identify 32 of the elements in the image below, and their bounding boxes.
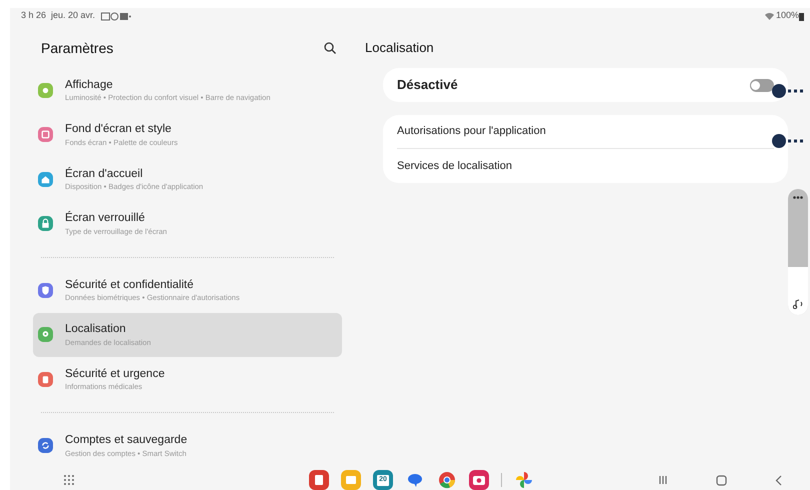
more-icon[interactable]: [793, 196, 803, 199]
notification-icons: [101, 12, 132, 20]
item-title: Écran verrouillé: [65, 211, 146, 226]
volume-slider[interactable]: [788, 189, 808, 315]
master-switch-label: Désactivé: [397, 76, 459, 94]
battery-level: 100%: [776, 9, 799, 22]
item-title: Affichage: [65, 78, 114, 92]
photos-app-icon[interactable]: [514, 470, 534, 490]
status-time: 3 h 26: [21, 9, 46, 22]
item-title: Localisation: [65, 322, 127, 337]
item-title: Sécurité et confidentialité: [65, 278, 194, 292]
item-title: Écran d'accueil: [65, 166, 144, 182]
browser-app-icon[interactable]: [437, 470, 457, 490]
option-item[interactable]: Services de localisation: [397, 149, 774, 183]
back-icon[interactable]: [775, 474, 782, 486]
camera-app-icon[interactable]: [469, 470, 489, 490]
item-title: Fond d'écran et style: [65, 122, 172, 137]
music-note-icon[interactable]: [793, 299, 804, 309]
notes-app-icon[interactable]: [309, 470, 329, 490]
recents-icon[interactable]: [658, 475, 668, 485]
item-title: Sécurité et urgence: [65, 366, 165, 382]
page-title: Localisation: [365, 39, 434, 58]
app-grid-icon[interactable]: [63, 474, 75, 486]
battery-icon: [799, 12, 804, 20]
search-icon[interactable]: [324, 42, 336, 54]
home-icon[interactable]: [716, 474, 727, 486]
status-date: jeu. 20 avr.: [51, 9, 96, 22]
settings-title: Paramètres: [41, 38, 114, 58]
option-item[interactable]: Autorisations pour l'application: [397, 115, 774, 149]
wifi-icon: [764, 12, 774, 20]
item-title: Comptes et sauvegarde: [65, 433, 188, 448]
toggle-switch[interactable]: [750, 78, 774, 92]
